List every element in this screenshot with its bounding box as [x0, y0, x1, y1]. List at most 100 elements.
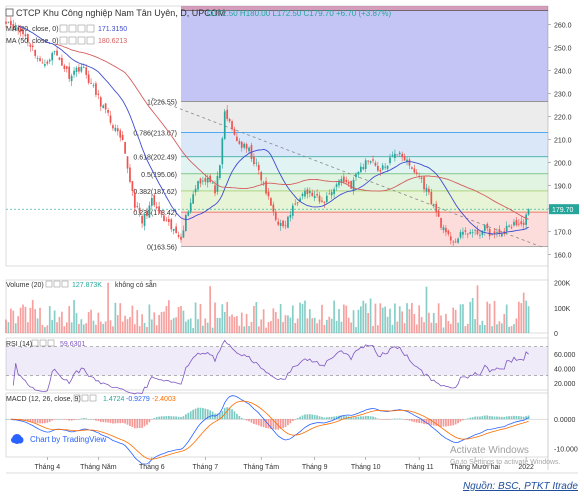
candle[interactable] — [362, 167, 365, 170]
candle[interactable] — [474, 229, 476, 231]
volume-bar[interactable] — [500, 323, 503, 333]
candle[interactable] — [486, 223, 489, 229]
candle[interactable] — [464, 230, 467, 232]
volume-bar[interactable] — [238, 325, 241, 333]
candle[interactable] — [112, 125, 114, 129]
volume-bar[interactable] — [284, 315, 287, 333]
volume-bar[interactable] — [114, 302, 117, 333]
volume-bar[interactable] — [267, 322, 270, 333]
volume-bar[interactable] — [425, 286, 428, 333]
volume-bar[interactable] — [408, 309, 411, 333]
candle[interactable] — [479, 234, 481, 236]
volume-bar[interactable] — [287, 315, 289, 333]
volume-bar[interactable] — [515, 318, 518, 333]
volume-bar[interactable] — [464, 326, 467, 333]
volume-bar[interactable] — [170, 319, 173, 333]
candle[interactable] — [46, 61, 49, 64]
volume-bar[interactable] — [104, 321, 107, 333]
candle[interactable] — [345, 179, 348, 183]
volume-bar[interactable] — [430, 322, 433, 333]
volume-bar[interactable] — [270, 321, 272, 333]
volume-bar[interactable] — [398, 306, 401, 333]
volume-bar[interactable] — [330, 318, 333, 333]
volume-bar[interactable] — [381, 307, 384, 333]
candle[interactable] — [231, 121, 233, 130]
volume-bar[interactable] — [279, 303, 282, 333]
volume-bar[interactable] — [474, 319, 476, 333]
candle[interactable] — [194, 188, 197, 193]
candle[interactable] — [36, 58, 39, 60]
volume-bar[interactable] — [352, 310, 355, 333]
candle[interactable] — [228, 119, 231, 122]
volume-bar[interactable] — [342, 304, 345, 333]
volume-bar[interactable] — [250, 321, 253, 333]
candle[interactable] — [180, 236, 182, 240]
volume-bar[interactable] — [175, 317, 177, 333]
candle[interactable] — [160, 210, 163, 215]
volume-bar[interactable] — [406, 303, 408, 333]
candle[interactable] — [131, 181, 134, 191]
candle[interactable] — [311, 192, 314, 197]
candle[interactable] — [296, 202, 299, 204]
stock-chart[interactable]: 0(163.56)0.236(178.42)0.382(187.62)0.5(1… — [0, 0, 584, 496]
candle[interactable] — [126, 156, 129, 169]
volume-bar[interactable] — [228, 316, 231, 333]
candle[interactable] — [272, 204, 275, 212]
candle[interactable] — [245, 144, 248, 149]
candle[interactable] — [31, 45, 34, 48]
candle[interactable] — [260, 171, 263, 181]
candle[interactable] — [287, 216, 289, 228]
candle[interactable] — [488, 228, 491, 237]
candle[interactable] — [87, 74, 90, 83]
volume-bar[interactable] — [253, 305, 255, 333]
volume-bar[interactable] — [466, 323, 469, 333]
candle[interactable] — [34, 49, 37, 56]
volume-bar[interactable] — [389, 308, 391, 333]
candle[interactable] — [316, 193, 318, 196]
volume-bar[interactable] — [233, 316, 236, 333]
candle[interactable] — [279, 222, 282, 226]
volume-bar[interactable] — [226, 301, 229, 333]
candle[interactable] — [304, 190, 306, 197]
candle[interactable] — [394, 153, 396, 159]
volume-bar[interactable] — [483, 324, 486, 333]
volume-bar[interactable] — [75, 313, 78, 333]
candle[interactable] — [442, 227, 445, 231]
volume-bar[interactable] — [39, 307, 41, 333]
volume-bar[interactable] — [294, 323, 297, 333]
candle[interactable] — [44, 64, 46, 66]
volume-bar[interactable] — [206, 322, 209, 333]
volume-bar[interactable] — [362, 300, 365, 333]
candle[interactable] — [462, 231, 464, 235]
volume-bar[interactable] — [187, 319, 190, 333]
candle[interactable] — [330, 192, 333, 196]
volume-bar[interactable] — [182, 310, 185, 333]
volume-bar[interactable] — [503, 313, 506, 333]
volume-bar[interactable] — [311, 318, 314, 333]
volume-bar[interactable] — [401, 311, 404, 333]
candle[interactable] — [476, 229, 479, 235]
candle[interactable] — [80, 66, 83, 72]
candle[interactable] — [92, 85, 95, 86]
candle[interactable] — [510, 227, 513, 229]
candle[interactable] — [374, 162, 377, 166]
candle[interactable] — [423, 176, 425, 190]
volume-bar[interactable] — [428, 312, 430, 333]
candle[interactable] — [75, 67, 78, 72]
volume-bar[interactable] — [248, 325, 250, 333]
candle[interactable] — [449, 236, 452, 241]
candle[interactable] — [369, 161, 372, 163]
volume-bar[interactable] — [56, 322, 58, 333]
volume-bar[interactable] — [14, 323, 17, 333]
candle[interactable] — [138, 207, 141, 214]
volume-bar[interactable] — [51, 320, 54, 333]
candle[interactable] — [53, 51, 56, 53]
volume-bar[interactable] — [496, 324, 498, 333]
candle[interactable] — [415, 172, 418, 174]
candle[interactable] — [527, 209, 530, 215]
volume-bar[interactable] — [316, 323, 318, 333]
ma50-label[interactable]: MA (50, close, 0) — [6, 38, 59, 45]
candle[interactable] — [483, 225, 486, 231]
volume-bar[interactable] — [214, 302, 216, 333]
volume-bar[interactable] — [34, 309, 37, 333]
